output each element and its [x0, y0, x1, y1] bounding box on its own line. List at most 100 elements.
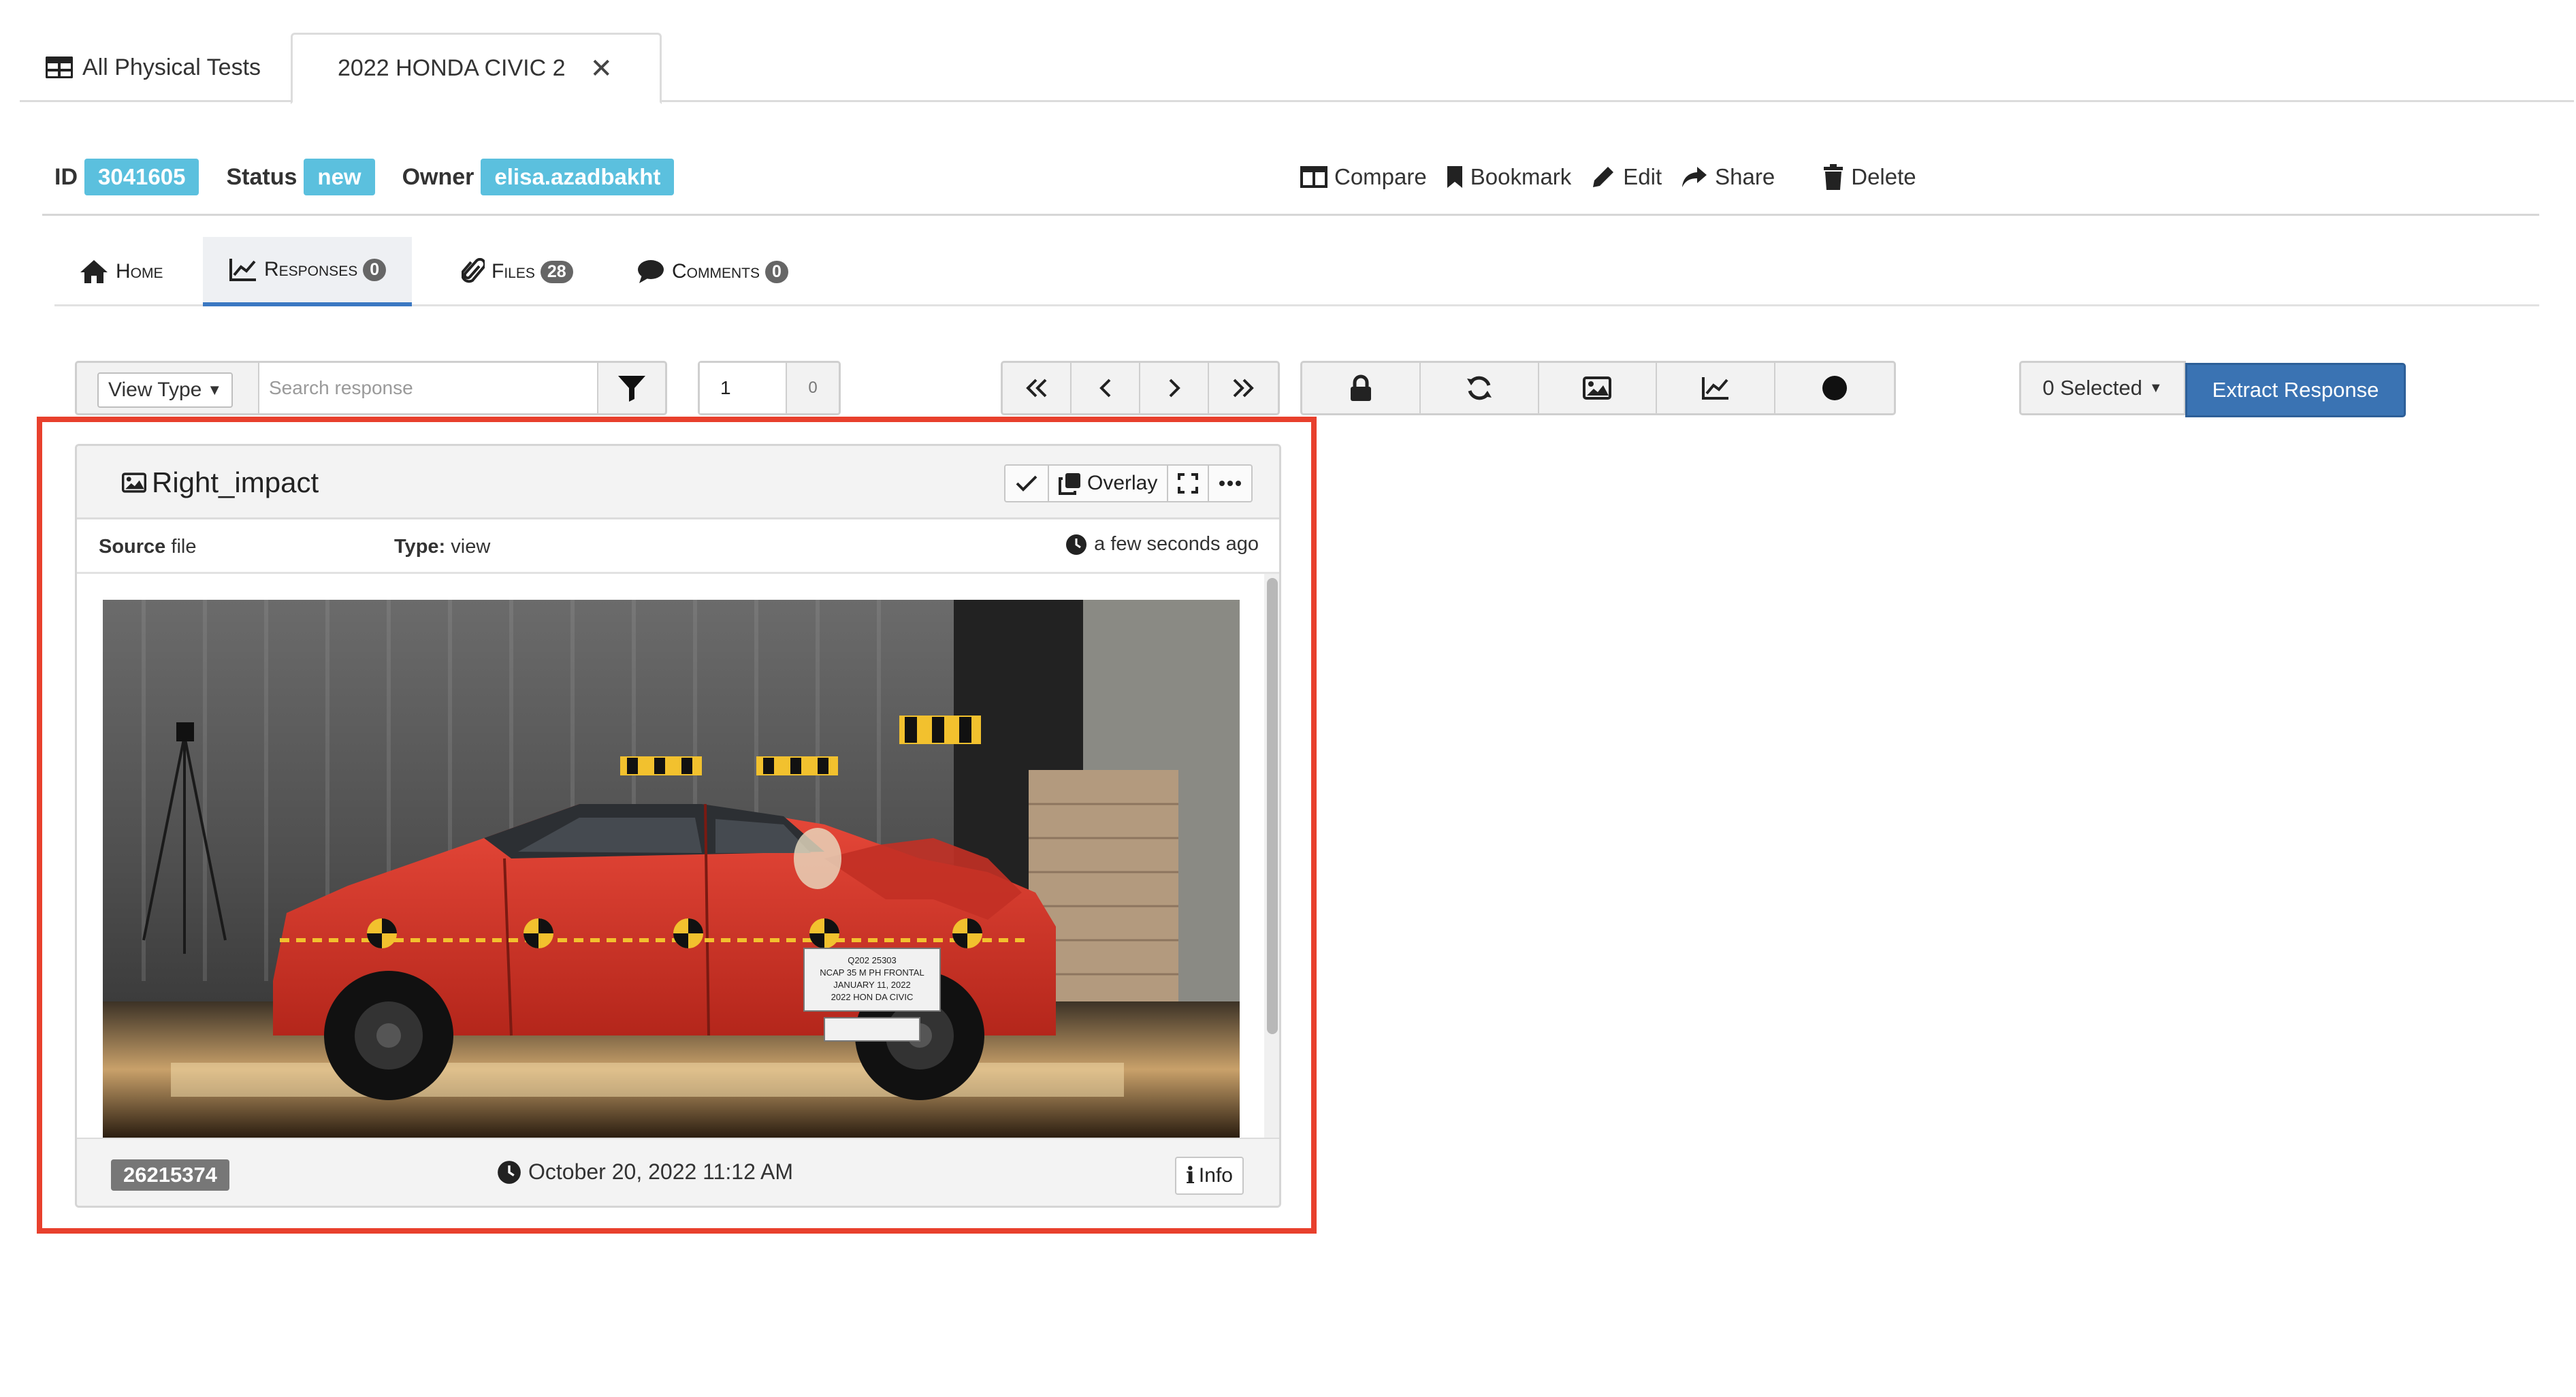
- share-icon: [1682, 167, 1707, 187]
- placard-line-2: NCAP 35 M PH FRONTAL: [820, 967, 924, 978]
- status-badge: new: [304, 159, 375, 195]
- next-page-button[interactable]: [1140, 363, 1209, 413]
- delete-button[interactable]: Delete: [1822, 164, 1916, 190]
- record-tabs: Home Responses 0 Files 28 Comments 0: [54, 237, 2539, 306]
- selected-label: 0 Selected: [2042, 376, 2142, 400]
- refresh-icon: [1466, 376, 1492, 400]
- page-number-input[interactable]: 1: [700, 363, 787, 413]
- tab-comments[interactable]: Comments 0: [637, 237, 788, 306]
- card-title: Right_impact: [122, 466, 319, 499]
- edit-label: Edit: [1623, 164, 1662, 189]
- select-check-button[interactable]: [1005, 466, 1049, 501]
- top-tab-bar: All Physical Tests 2022 HONDA CIVIC 2 ✕: [20, 33, 2574, 104]
- view-type-label: View Type: [108, 379, 202, 401]
- lock-button[interactable]: [1302, 363, 1421, 413]
- card-meta: Source file Type: view a few seconds ago: [77, 519, 1279, 574]
- placard-line-1: Q202 25303: [848, 955, 897, 965]
- tab-responses[interactable]: Responses 0: [203, 237, 413, 306]
- clock-icon: [1066, 534, 1087, 555]
- first-page-button[interactable]: [1003, 363, 1072, 413]
- double-chevron-right-icon: [1234, 379, 1255, 398]
- image-icon: [1583, 376, 1612, 400]
- tab-comments-label: Comments: [672, 260, 760, 283]
- info-label: Info: [1198, 1164, 1233, 1187]
- search-response-input[interactable]: Search response: [258, 363, 598, 413]
- response-tools: [1300, 361, 1896, 415]
- close-tab-icon[interactable]: ✕: [590, 53, 613, 84]
- last-page-button[interactable]: [1209, 363, 1278, 413]
- tab-honda-civic[interactable]: 2022 HONDA CIVIC 2 ✕: [291, 33, 662, 104]
- check-icon: [1016, 475, 1037, 492]
- home-icon: [80, 260, 108, 283]
- share-button[interactable]: Share: [1681, 164, 1775, 190]
- edit-button[interactable]: Edit: [1590, 164, 1662, 190]
- circle-icon: [1822, 376, 1848, 400]
- source-label: Source: [99, 536, 166, 558]
- bookmark-icon: [1447, 166, 1462, 188]
- clock-icon: [498, 1160, 521, 1184]
- expand-icon: [1178, 473, 1199, 494]
- tab-home-label: Home: [116, 260, 163, 283]
- tab-all-physical-tests[interactable]: All Physical Tests: [46, 33, 261, 102]
- filter-button[interactable]: [598, 363, 665, 413]
- bookmark-button[interactable]: Bookmark: [1446, 164, 1572, 190]
- refresh-button[interactable]: [1421, 363, 1539, 413]
- expand-button[interactable]: [1168, 466, 1210, 501]
- compare-button[interactable]: Compare: [1300, 164, 1427, 190]
- image-button[interactable]: [1539, 363, 1658, 413]
- response-filter-group: View Type ▼ Search response: [75, 361, 667, 415]
- share-label: Share: [1715, 164, 1775, 189]
- double-chevron-left-icon: [1025, 379, 1046, 398]
- overlay-button[interactable]: Overlay: [1049, 466, 1169, 501]
- status-label: Status: [226, 163, 297, 190]
- line-chart-icon: [229, 259, 256, 281]
- delete-label: Delete: [1851, 164, 1916, 189]
- record-actions: Compare Bookmark Edit Share Delete: [1300, 158, 1935, 196]
- prev-page-button[interactable]: [1072, 363, 1140, 413]
- card-controls: Overlay: [1004, 464, 1253, 502]
- tab-files[interactable]: Files 28: [462, 237, 573, 306]
- responses-count-badge: 0: [363, 258, 387, 281]
- tab-responses-label: Responses: [264, 258, 358, 280]
- more-options-button[interactable]: [1209, 466, 1251, 501]
- page-total: 0: [808, 379, 818, 397]
- tab-files-label: Files: [492, 260, 535, 283]
- id-badge: 3041605: [84, 159, 199, 195]
- owner-badge: elisa.azadbakht: [481, 159, 675, 195]
- trash-icon: [1824, 164, 1844, 190]
- info-icon: i: [1186, 1162, 1195, 1189]
- lock-icon: [1350, 374, 1371, 401]
- placard-line-3: JANUARY 11, 2022: [833, 980, 910, 990]
- time-ago: a few seconds ago: [1094, 533, 1259, 555]
- file-id-badge: 26215374: [111, 1159, 229, 1191]
- chart-button[interactable]: [1657, 363, 1776, 413]
- ellipsis-icon: [1219, 481, 1242, 486]
- record-button[interactable]: [1775, 363, 1894, 413]
- meta-divider: [42, 214, 2539, 216]
- bookmark-label: Bookmark: [1470, 164, 1572, 189]
- type-field: Type: view: [394, 536, 490, 558]
- tab-home[interactable]: Home: [79, 237, 163, 306]
- comment-icon: [638, 260, 664, 283]
- caret-down-icon: ▼: [2148, 380, 2163, 396]
- type-value: view: [451, 536, 491, 558]
- crash-test-image: Q202 25303 NCAP 35 M PH FRONTAL JANUARY …: [103, 600, 1240, 1138]
- view-type-dropdown[interactable]: View Type ▼: [97, 372, 234, 408]
- response-card: Right_impact Overlay Source file Type: v…: [75, 444, 1281, 1208]
- chevron-left-icon: [1099, 379, 1110, 398]
- pagination-controls: [1001, 361, 1280, 415]
- selected-dropdown[interactable]: 0 Selected ▼: [2019, 361, 2186, 415]
- crash-test-photo: Q202 25303 NCAP 35 M PH FRONTAL JANUARY …: [103, 600, 1240, 1138]
- placard-line-4: 2022 HON DA CIVIC: [831, 992, 914, 1002]
- created-date-text: October 20, 2022 11:12 AM: [528, 1159, 793, 1184]
- overlay-label: Overlay: [1087, 472, 1158, 494]
- extract-response-button[interactable]: Extract Response: [2185, 363, 2406, 417]
- card-scrollbar-thumb[interactable]: [1267, 578, 1278, 1034]
- info-button[interactable]: i Info: [1175, 1157, 1244, 1195]
- tab-all-physical-tests-label: All Physical Tests: [82, 54, 261, 80]
- id-label: ID: [54, 163, 78, 190]
- columns-icon: [1300, 166, 1327, 188]
- files-count-badge: 28: [540, 260, 573, 283]
- caret-down-icon: ▼: [207, 381, 223, 398]
- image-icon: [122, 472, 146, 493]
